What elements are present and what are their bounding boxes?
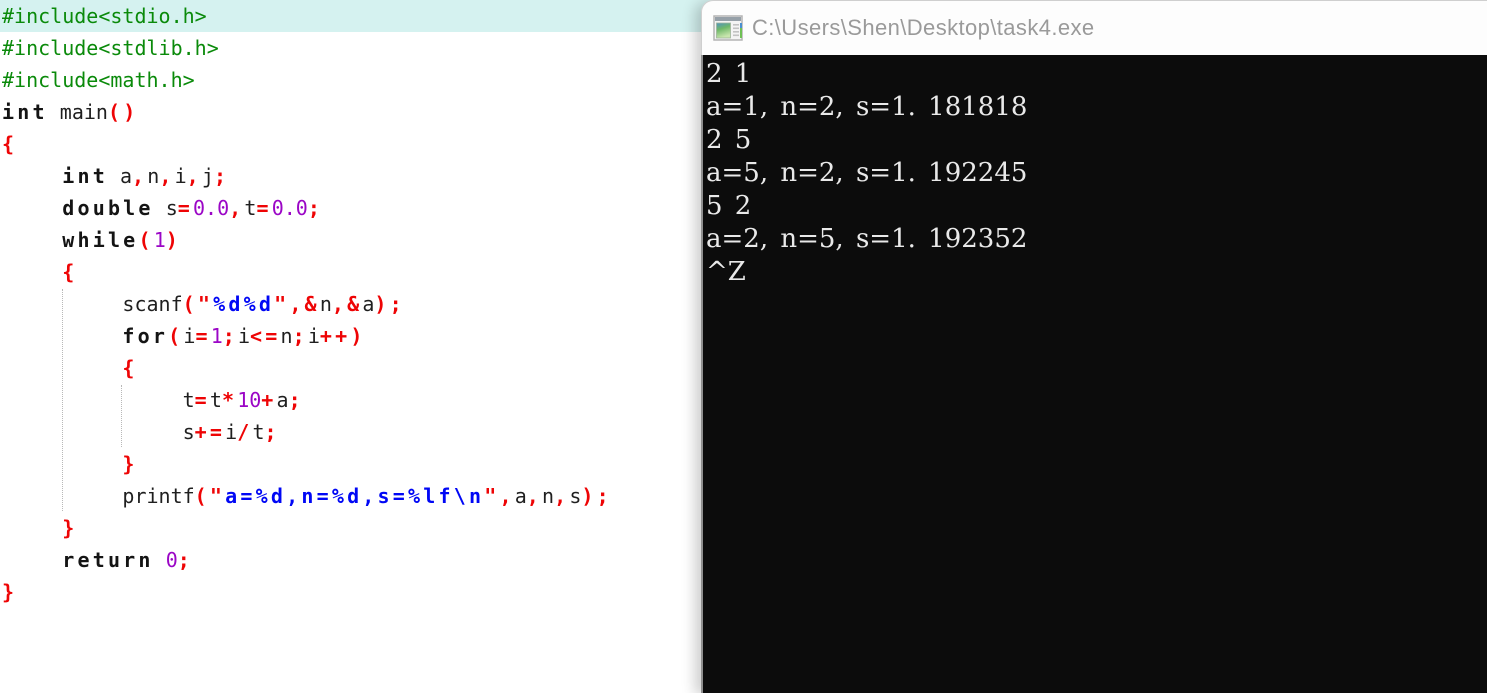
code-line: return 0; <box>62 548 194 572</box>
console-line: 5 2 <box>706 191 752 221</box>
code-line: #include<math.h> <box>2 68 195 92</box>
code-line: printf("a=%d,n=%d,s=%lf\n",a,n,s); <box>2 484 612 508</box>
code-line: while(1) <box>62 228 181 252</box>
code-line: { <box>2 132 18 156</box>
code-line: int a,n,i,j; <box>62 164 230 188</box>
code-line: #include<stdio.h> <box>2 4 207 28</box>
code-line: scanf("%d%d",&n,&a); <box>2 292 405 316</box>
console-line: ^Z <box>706 257 746 287</box>
console-window[interactable]: C:\Users\Shen\Desktop\task4.exe 2 1 a=1, … <box>701 0 1487 693</box>
code-line: { <box>122 356 138 380</box>
console-app-icon <box>713 14 743 42</box>
console-line: a=2, n=5, s=1. 192352 <box>706 224 1028 254</box>
code-line: double s=0.0,t=0.0; <box>62 196 324 220</box>
code-line: } <box>62 516 78 540</box>
code-line: #include<stdlib.h> <box>2 36 219 60</box>
console-output[interactable]: 2 1 a=1, n=2, s=1. 181818 2 5 a=5, n=2, s=1… <box>701 55 1487 693</box>
code-line: { <box>62 260 78 284</box>
console-title: C:\Users\Shen\Desktop\task4.exe <box>752 15 1095 40</box>
code-line: } <box>122 452 138 476</box>
code-line: for(i=1;i<=n;i++) <box>122 324 366 348</box>
code-line: s+=i/t; <box>2 420 280 444</box>
console-line: a=1, n=2, s=1. 181818 <box>706 92 1028 122</box>
code-line: } <box>2 580 18 604</box>
code-text: #include<stdio.h> #include<stdlib.h> #incl… <box>2 0 612 608</box>
console-line: a=5, n=2, s=1. 192245 <box>706 158 1028 188</box>
code-line: t=t*10+a; <box>2 388 304 412</box>
console-line: 2 1 <box>706 59 752 89</box>
console-line: 2 5 <box>706 125 752 155</box>
code-line: int main() <box>2 100 139 124</box>
console-titlebar[interactable]: C:\Users\Shen\Desktop\task4.exe <box>701 0 1487 55</box>
